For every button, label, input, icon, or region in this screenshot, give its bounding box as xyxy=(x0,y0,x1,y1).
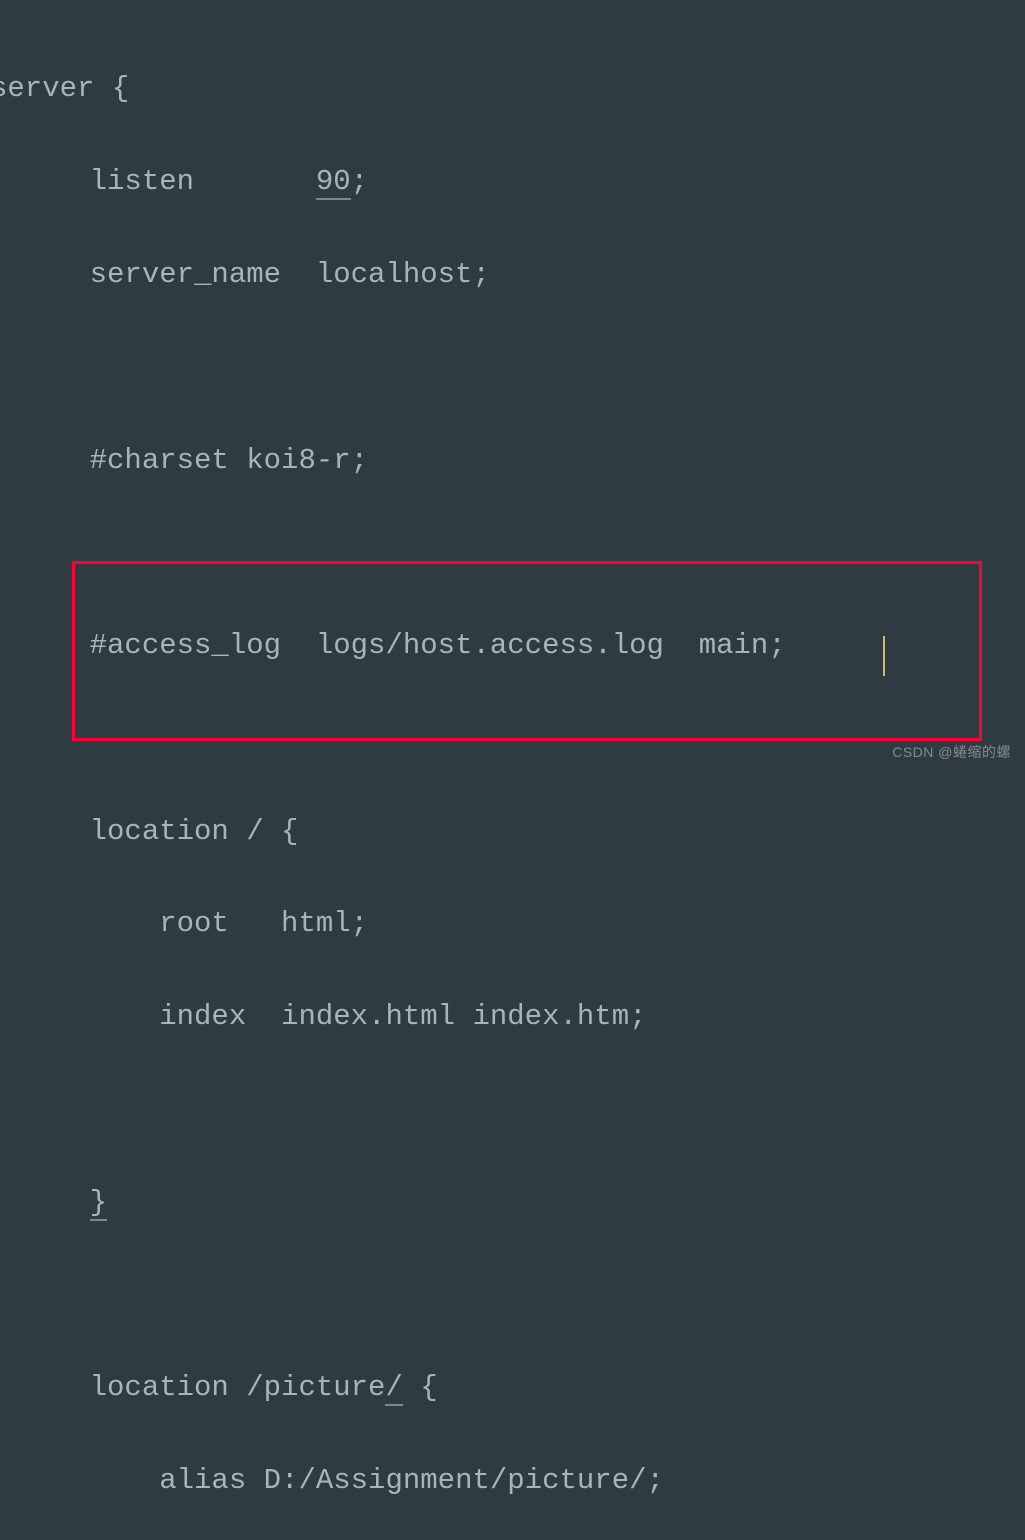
code-line: index index.html index.htm; xyxy=(20,1000,647,1033)
code-token-path: / xyxy=(385,1371,402,1406)
code-comment: #charset koi8-r; xyxy=(20,444,368,477)
code-line: ; xyxy=(351,165,368,198)
code-line: location /picture xyxy=(20,1371,385,1404)
code-editor: server { listen 90; server_name localhos… xyxy=(20,20,1015,1540)
code-token-number: 90 xyxy=(316,165,351,200)
code-line: server { xyxy=(0,72,129,105)
code-line: server_name localhost; xyxy=(20,258,490,291)
code-line: alias D:/Assignment/picture/; xyxy=(20,1464,664,1497)
code-line: root html; xyxy=(20,907,368,940)
code-line: location / { xyxy=(20,815,298,848)
code-line: listen xyxy=(20,165,316,198)
code-brace: } xyxy=(90,1186,107,1221)
code-block: server { listen 90; server_name localhos… xyxy=(20,20,786,1540)
code-comment: #access_log logs/host.access.log main; xyxy=(20,629,786,662)
code-line: { xyxy=(403,1371,438,1404)
code-line xyxy=(20,1186,90,1219)
watermark: CSDN @蜷缩的螺 xyxy=(892,742,1011,762)
